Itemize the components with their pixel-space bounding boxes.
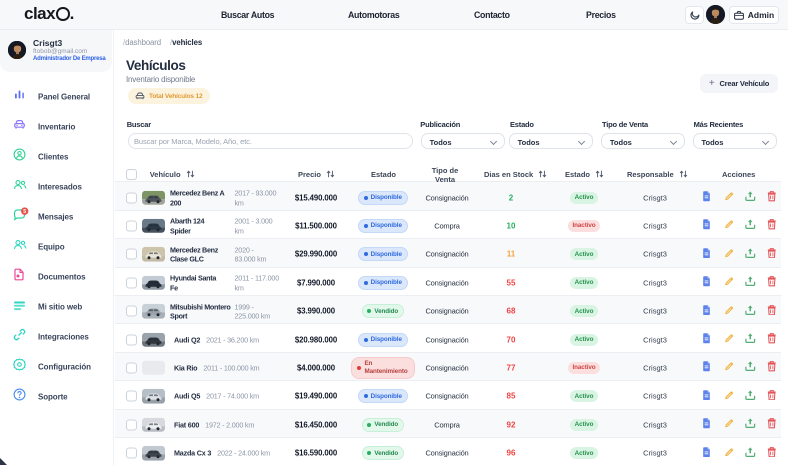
svg-text:5: 5: [23, 209, 26, 215]
